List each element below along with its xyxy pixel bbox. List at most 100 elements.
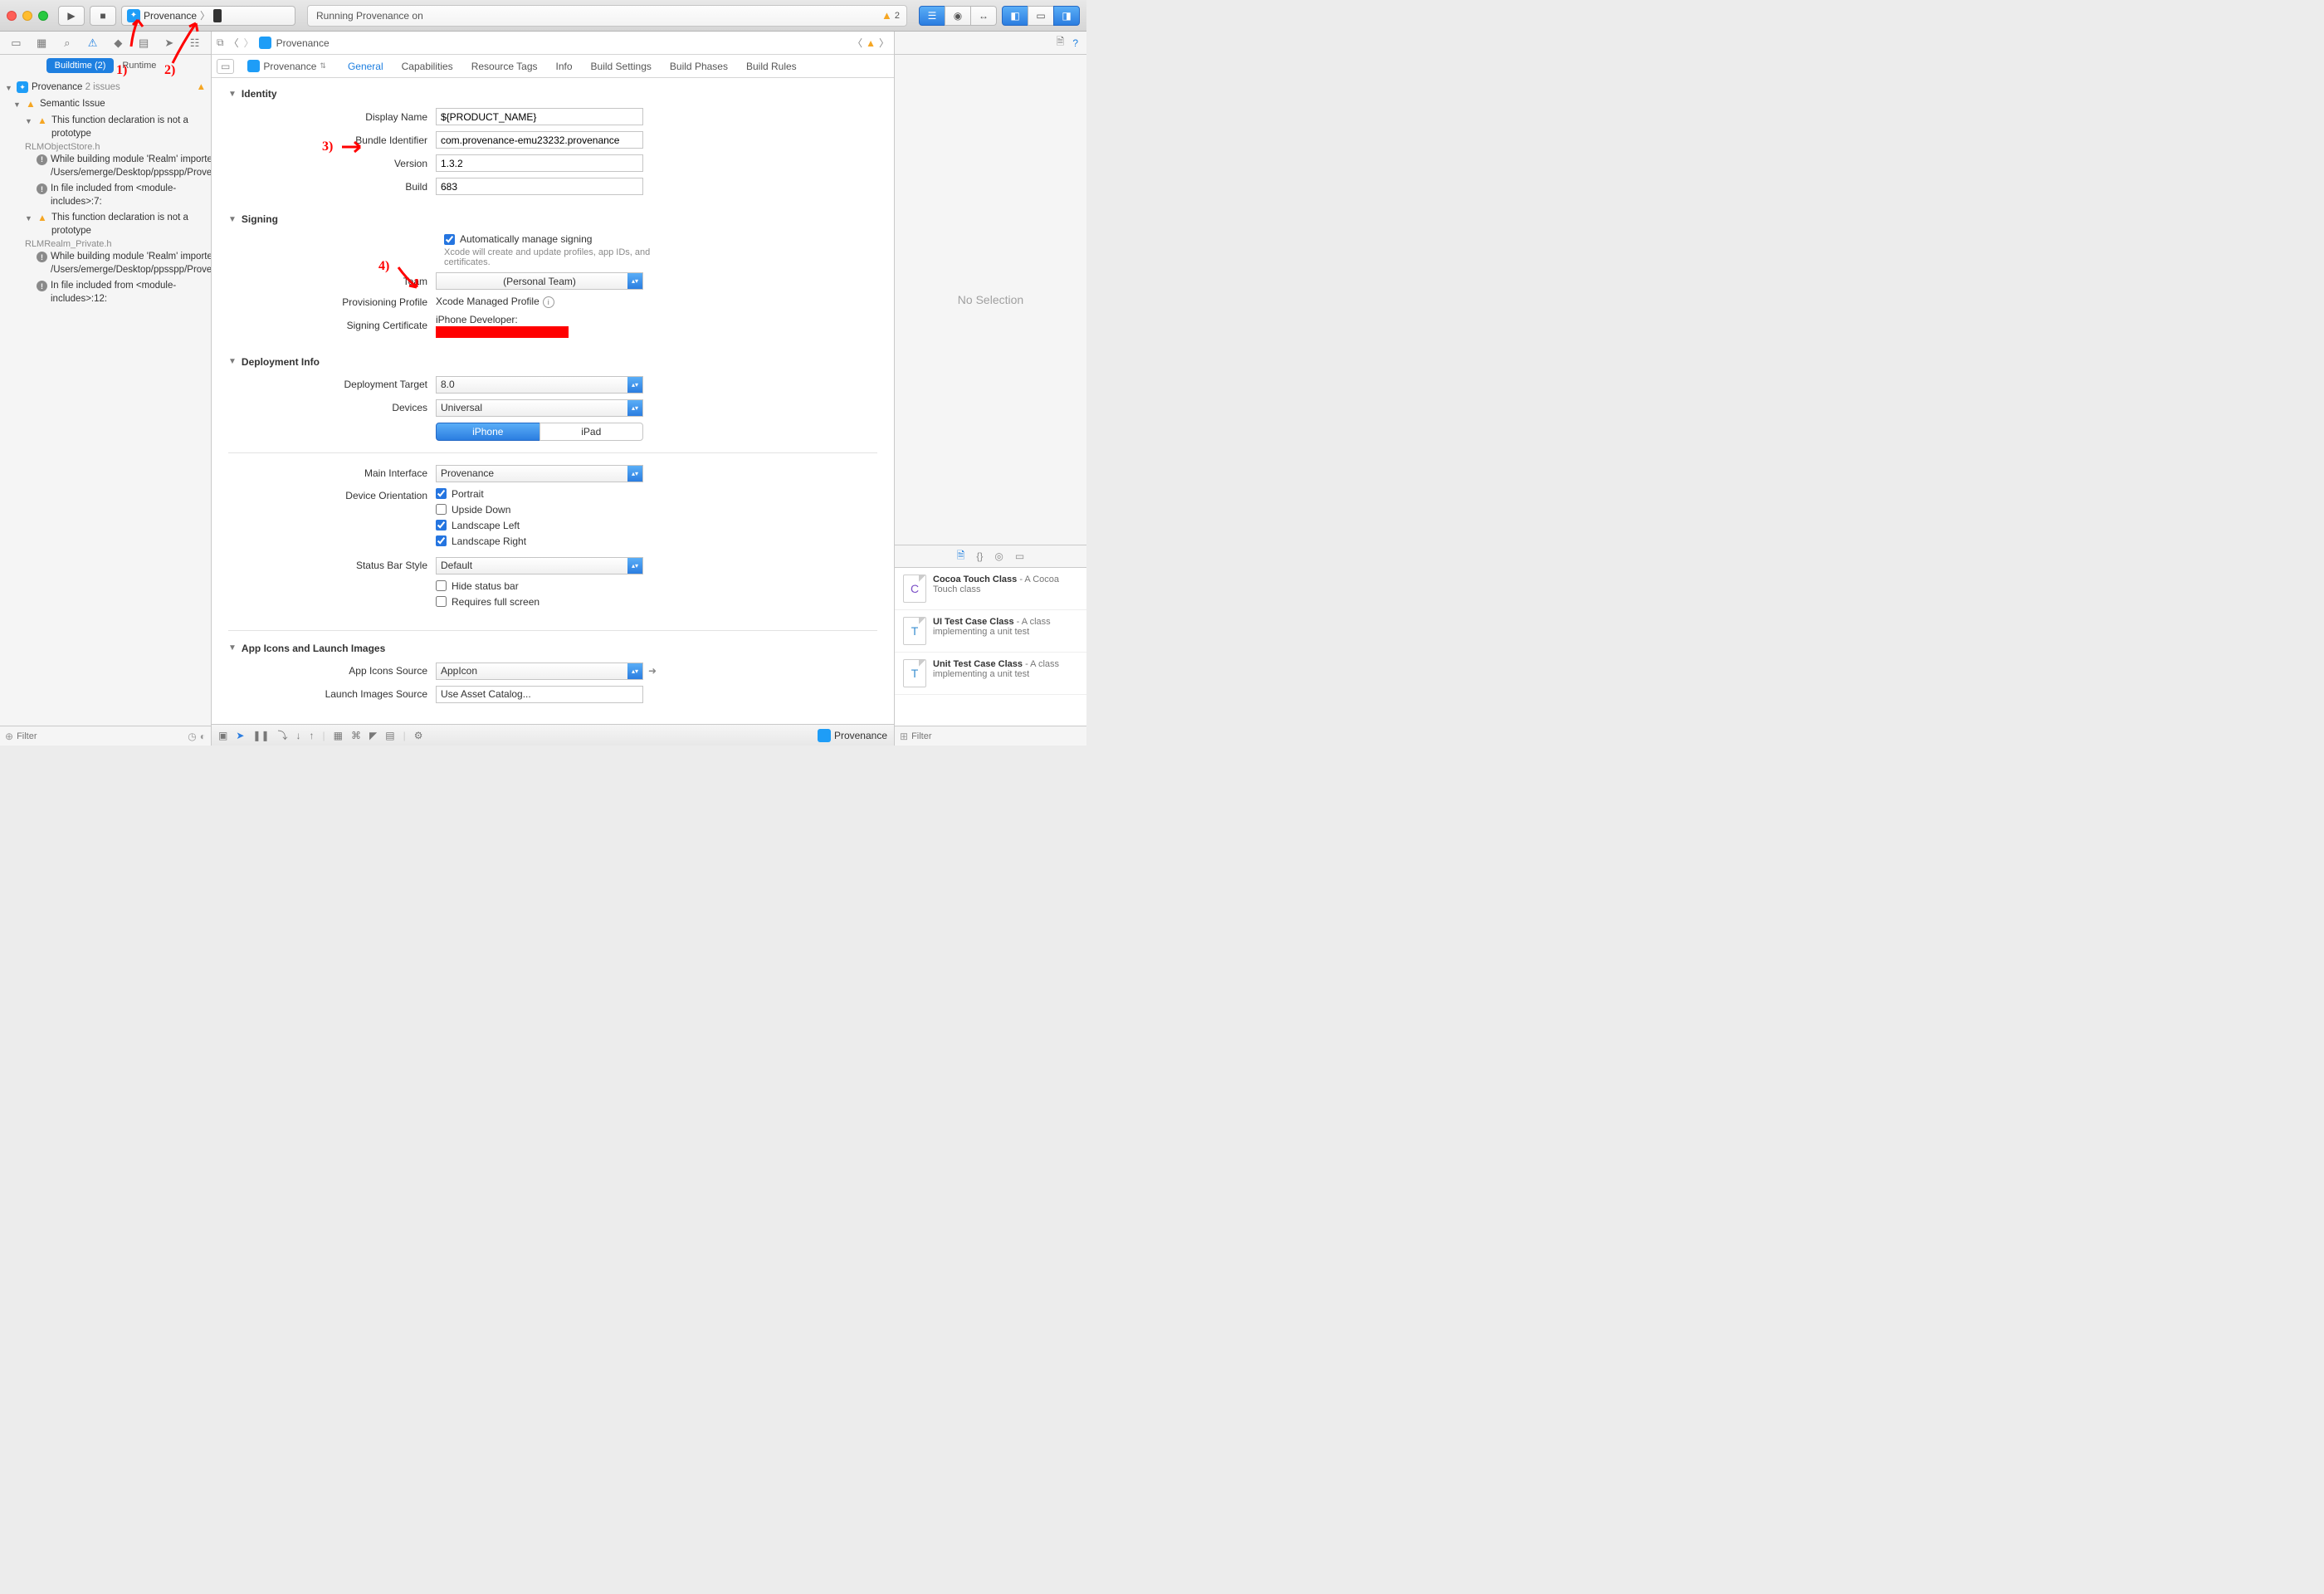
file-template-icon[interactable]: 🗎 [957,548,965,565]
disclosure-icon[interactable]: ▼ [5,83,13,93]
project-row[interactable]: ▼ ✦ Provenance 2 issues ▲ [0,80,211,96]
main-interface-select[interactable]: Provenance▴▾ [436,465,643,482]
tab-info[interactable]: Info [556,57,573,76]
tab-general[interactable]: General [348,57,383,76]
test-nav-icon[interactable]: ◆ [110,35,126,51]
outline-toggle[interactable]: ▭ [217,59,234,74]
library-item[interactable]: TUnit Test Case Class - A class implemen… [895,653,1086,695]
library-item[interactable]: TUI Test Case Class - A class implementi… [895,610,1086,653]
target-selector[interactable]: Provenance ⇅ [242,58,331,74]
landscape-left-checkbox[interactable] [436,520,447,531]
code-snippet-icon[interactable]: {} [976,550,983,562]
memory-icon[interactable]: ⌘ [351,730,361,741]
project-nav-icon[interactable]: ▭ [7,35,24,51]
breakpoint-toggle-icon[interactable]: ➤ [236,730,244,741]
upside-checkbox[interactable] [436,504,447,515]
toggle-inspector-button[interactable]: ◨ [1053,6,1080,26]
disclosure-icon[interactable]: ▼ [13,100,22,110]
tab-build-settings[interactable]: Build Settings [591,57,652,76]
minimize-icon[interactable] [22,11,32,21]
file-inspector-icon[interactable]: 🗎 [1057,34,1065,51]
fullscreen-checkbox[interactable] [436,596,447,607]
team-select[interactable]: (Personal Team)▴▾ [436,272,643,290]
toggle-debug-button[interactable]: ▭ [1028,6,1054,26]
hide-debug-icon[interactable]: ▣ [218,730,227,741]
disclosure-icon[interactable]: ▼ [228,90,237,99]
toggle-iphone[interactable]: iPhone [436,423,540,441]
step-into-icon[interactable]: ↓ [296,730,301,741]
tab-capabilities[interactable]: Capabilities [402,57,453,76]
landscape-right-checkbox[interactable] [436,535,447,546]
step-over-icon[interactable]: ⤵ [278,728,288,742]
disclosure-icon[interactable]: ▼ [228,357,237,366]
issue-detail[interactable]: ! In file included from <module-includes… [0,278,211,307]
hide-statusbar-checkbox[interactable] [436,580,447,591]
issue-detail[interactable]: ! While building module 'Realm' imported… [0,152,211,181]
clock-icon[interactable]: ◷ [188,731,196,742]
find-nav-icon[interactable]: ⌕ [59,35,76,51]
launch-button[interactable]: Use Asset Catalog... [436,686,643,703]
jump-project[interactable]: Provenance [276,37,330,49]
step-out-icon[interactable]: ↑ [310,730,315,741]
more-icon[interactable]: ▤ [385,730,394,741]
bundle-id-input[interactable] [436,131,643,149]
pause-icon[interactable]: ❚❚ [252,730,269,741]
tab-build-phases[interactable]: Build Phases [670,57,728,76]
build-input[interactable] [436,178,643,195]
goto-icon[interactable]: ➜ [648,665,657,677]
issue-nav-icon[interactable]: ⚠ [85,35,101,51]
library-item[interactable]: CCocoa Touch Class - A Cocoa Touch class [895,568,1086,610]
tab-buildtime[interactable]: Buildtime (2) [46,58,115,73]
deploy-target-select[interactable]: 8.0▴▾ [436,376,643,394]
issue-row[interactable]: ▼ ▲ This function declaration is not a p… [0,210,211,239]
location-icon[interactable]: ◤ [369,730,377,741]
warning-badge[interactable]: ▲ 2 [881,9,900,22]
zoom-icon[interactable] [38,11,48,21]
breakpoint-nav-icon[interactable]: ➤ [161,35,178,51]
prev-issue-button[interactable]: 〈 [852,36,862,50]
disclosure-icon[interactable]: ▼ [228,643,237,653]
object-library-icon[interactable]: ◎ [994,550,1003,562]
quick-help-icon[interactable]: ? [1072,37,1078,49]
tab-resource-tags[interactable]: Resource Tags [471,57,538,76]
info-icon[interactable]: i [543,296,554,308]
related-items-icon[interactable]: ⧉ [217,37,224,49]
tab-build-rules[interactable]: Build Rules [746,57,797,76]
statusbar-select[interactable]: Default▴▾ [436,557,643,575]
toggle-navigator-button[interactable]: ◧ [1002,6,1028,26]
debug-process[interactable]: Provenance [818,729,887,742]
issue-detail[interactable]: ! While building module 'Realm' imported… [0,249,211,278]
scheme-selector[interactable]: ✦ Provenance 〉 [121,6,295,26]
forward-button[interactable]: 〉 [244,36,254,50]
back-button[interactable]: 〈 [229,36,239,50]
next-issue-button[interactable]: 〉 [879,36,889,50]
tab-runtime[interactable]: Runtime [114,58,164,73]
gear-icon[interactable]: ⚙ [414,730,423,741]
report-nav-icon[interactable]: ☷ [187,35,203,51]
version-input[interactable] [436,154,643,172]
run-button[interactable]: ▶ [58,6,85,26]
debug-nav-icon[interactable]: ▤ [135,35,152,51]
issue-detail[interactable]: ! In file included from <module-includes… [0,181,211,210]
display-name-input[interactable] [436,108,643,125]
disclosure-icon[interactable]: ▼ [25,213,33,223]
disclosure-icon[interactable]: ▼ [228,215,237,224]
version-editor-button[interactable]: ↔ [970,6,997,26]
toggle-ipad[interactable]: iPad [540,423,644,441]
media-library-icon[interactable]: ▭ [1015,550,1024,562]
filter-input[interactable] [17,731,184,741]
appicons-select[interactable]: AppIcon▴▾ [436,663,643,680]
auto-signing-checkbox[interactable] [444,234,455,245]
grid-icon[interactable]: ⊞ [900,731,908,742]
close-icon[interactable] [7,11,17,21]
group-row[interactable]: ▼ ▲ Semantic Issue [0,96,211,114]
assistant-editor-button[interactable]: ◉ [945,6,971,26]
symbol-nav-icon[interactable]: ▦ [33,35,50,51]
stop-button[interactable]: ■ [90,6,116,26]
issue-row[interactable]: ▼ ▲ This function declaration is not a p… [0,113,211,142]
library-filter-input[interactable] [911,731,1081,741]
standard-editor-button[interactable]: ☰ [919,6,945,26]
portrait-checkbox[interactable] [436,488,447,499]
scope-icon[interactable]: ◐ [200,731,206,742]
view-debug-icon[interactable]: ▦ [334,730,343,741]
